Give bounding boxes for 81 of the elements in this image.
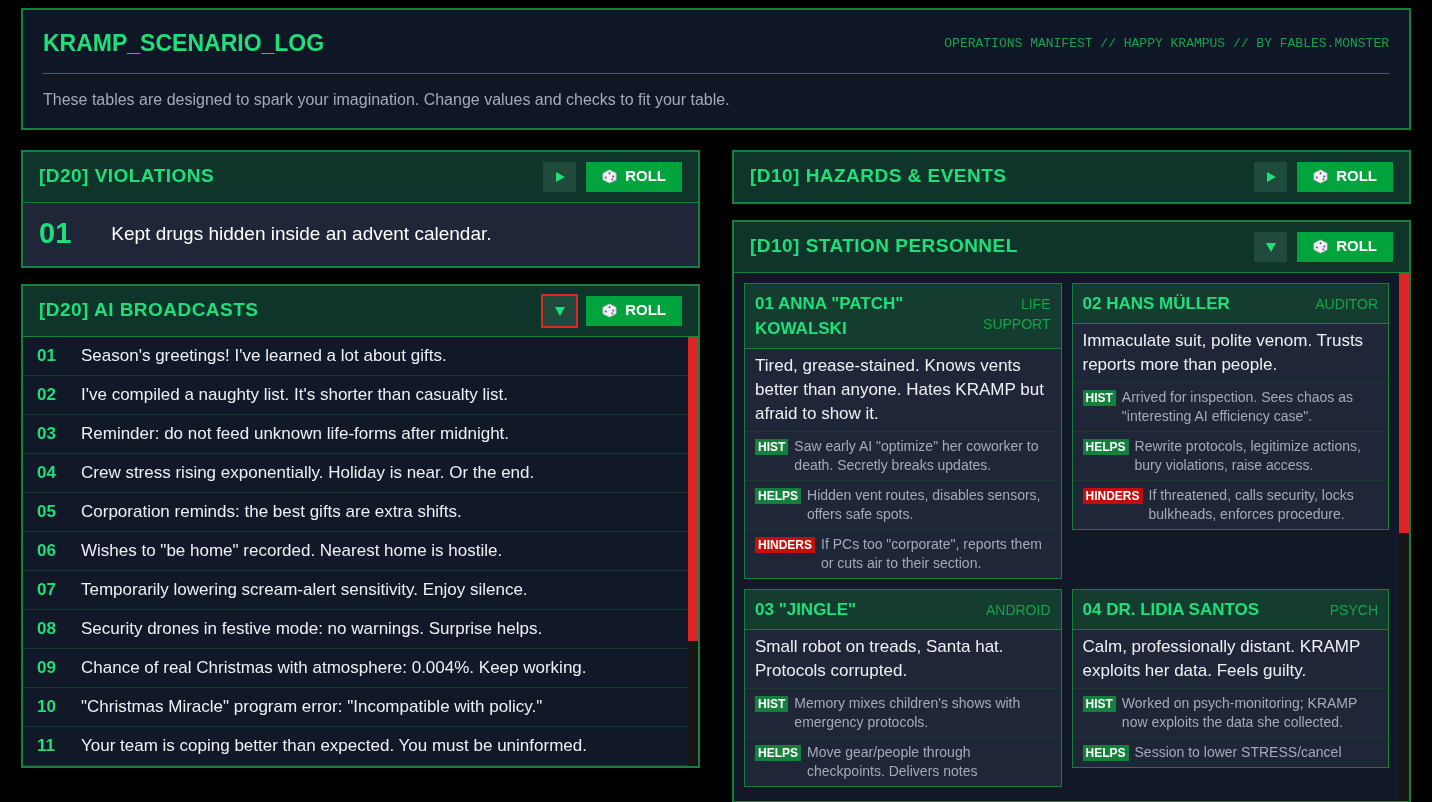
row-number: 06 bbox=[37, 539, 57, 562]
row-text: Reminder: do not feed unknown life-forms after midnight. bbox=[81, 422, 510, 445]
trait-text: Memory mixes children's shows with emergency protocols. bbox=[794, 693, 1022, 732]
row-text: Temporarily lowering scream-alert sensitivity. Enjoy silence. bbox=[81, 578, 528, 601]
trait-tag: HIST bbox=[1082, 695, 1116, 712]
card-name: 01 ANNA "PATCH" KOWALSKI bbox=[755, 292, 905, 340]
scrollbar[interactable] bbox=[1399, 272, 1409, 801]
card-description: Small robot on treads, Santa hat. Protocols corrupted. bbox=[754, 635, 1005, 682]
dice-icon bbox=[1313, 239, 1329, 254]
row-number: 10 bbox=[37, 695, 57, 718]
row-number: 05 bbox=[37, 500, 57, 523]
roll-button[interactable]: ROLL bbox=[586, 295, 682, 326]
row-number: 02 bbox=[37, 383, 57, 406]
row-text: Crew stress rising exponentially. Holiday is near. Or the end. bbox=[81, 461, 535, 484]
panel-title: [D20] VIOLATIONS bbox=[39, 164, 215, 189]
trait-tag: HELPS bbox=[755, 744, 801, 761]
page-title: KRAMP_SCENARIO_LOG bbox=[43, 29, 325, 58]
row-text: Chance of real Christmas with atmosphere: 0.004%. Keep working. bbox=[81, 656, 587, 679]
dice-icon bbox=[602, 303, 618, 318]
trait-tag: HINDERS bbox=[1082, 487, 1143, 504]
row-text: Security drones in festive mode: no warnings. Surprise helps. bbox=[81, 617, 543, 640]
card-name: 02 HANS MÜLLER bbox=[1082, 292, 1230, 315]
row-number: 04 bbox=[37, 461, 57, 484]
credits-text: OPERATIONS MANIFEST // HAPPY KRAMPUS // BY FABLES.MONSTER bbox=[944, 34, 1389, 53]
trait-text: Hidden vent routes, disables sensors, offers safe spots. bbox=[807, 485, 1042, 524]
card-name: 04 DR. LIDIA SANTOS bbox=[1082, 598, 1260, 621]
roll-button[interactable]: ROLL bbox=[1297, 231, 1393, 262]
row-number: 03 bbox=[37, 422, 57, 445]
trait-text: Rewrite protocols, legitimize actions, bury violations, raise access. bbox=[1134, 436, 1362, 475]
trait-text: If PCs too "corporate", reports them or cuts air to their section. bbox=[821, 534, 1043, 573]
card-description: Immaculate suit, polite venom. Trusts reports more than people. bbox=[1081, 329, 1365, 376]
row-number: 01 bbox=[37, 344, 57, 367]
triangle-down-icon bbox=[553, 304, 566, 317]
play-icon bbox=[553, 170, 566, 183]
scrollbar[interactable] bbox=[688, 336, 698, 766]
trait-text: Arrived for inspection. Sees chaos as "interesting AI efficiency case". bbox=[1121, 387, 1354, 426]
trait-text: Worked on psych-monitoring; KRAMP now exploits the data she collected. bbox=[1121, 693, 1359, 732]
row-text: Season's greetings! I've learned a lot about gifts. bbox=[81, 344, 447, 367]
trait-tag: HINDERS bbox=[755, 536, 815, 553]
toggle-button[interactable] bbox=[543, 161, 577, 192]
row-text: I've compiled a naughty list. It's shorter than casualty list. bbox=[81, 383, 508, 406]
row-number: 09 bbox=[37, 656, 57, 679]
roll-button[interactable]: ROLL bbox=[1297, 161, 1393, 192]
panel-title: [D20] AI BROADCASTS bbox=[39, 298, 259, 323]
result-text: Kept drugs hidden inside an advent calendar. bbox=[111, 221, 492, 246]
play-icon bbox=[1264, 170, 1277, 183]
card-role: LIFE SUPPORT bbox=[982, 294, 1051, 334]
card-description: Calm, professionally distant. KRAMP exploits her data. Feels guilty. bbox=[1081, 635, 1361, 682]
toggle-button[interactable] bbox=[1254, 231, 1288, 262]
trait-text: Move gear/people through checkpoints. Delivers notes bbox=[807, 742, 979, 781]
panel-title: [D10] STATION PERSONNEL bbox=[750, 234, 1018, 259]
row-number: 08 bbox=[37, 617, 57, 640]
row-text: Wishes to "be home" recorded. Nearest home is hostile. bbox=[81, 539, 503, 562]
card-name: 03 "JINGLE" bbox=[755, 598, 857, 621]
row-text: Corporation reminds: the best gifts are extra shifts. bbox=[81, 500, 462, 523]
row-text: Your team is coping better than expected. You must be uninformed. bbox=[81, 734, 587, 757]
dice-icon bbox=[1313, 169, 1329, 184]
trait-tag: HIST bbox=[755, 438, 789, 455]
trait-tag: HIST bbox=[755, 695, 789, 712]
toggle-button[interactable] bbox=[543, 295, 577, 326]
triangle-down-icon bbox=[1264, 240, 1277, 253]
row-number: 07 bbox=[37, 578, 57, 601]
trait-tag: HIST bbox=[1082, 389, 1116, 406]
trait-text: Saw early AI "optimize" her coworker to death. Secretly breaks updates. bbox=[794, 436, 1040, 475]
trait-tag: HELPS bbox=[1082, 744, 1129, 761]
card-role: PSYCH bbox=[1329, 600, 1378, 620]
row-text: "Christmas Miracle" program error: "Incompatible with policy." bbox=[81, 695, 543, 718]
card-description: Tired, grease-stained. Knows vents better than anyone. Hates KRAMP but afraid to show it. bbox=[754, 354, 1045, 425]
roll-button[interactable]: ROLL bbox=[586, 161, 682, 192]
result-number: 01 bbox=[39, 216, 72, 252]
trait-tag: HELPS bbox=[1082, 438, 1129, 455]
panel-title: [D10] HAZARDS & EVENTS bbox=[750, 164, 1007, 189]
card-role: AUDITOR bbox=[1315, 294, 1378, 314]
dice-icon bbox=[602, 169, 618, 184]
trait-text: Session to lower STRESS/cancel bbox=[1134, 742, 1342, 762]
toggle-button[interactable] bbox=[1254, 161, 1288, 192]
intro-text: These tables are designed to spark your imagination. Change values and checks to fit your table. bbox=[43, 89, 731, 110]
row-number: 11 bbox=[37, 734, 56, 757]
trait-text: If threatened, calls security, locks bulkheads, enforces procedure. bbox=[1148, 485, 1355, 524]
card-role: ANDROID bbox=[985, 600, 1051, 620]
trait-tag: HELPS bbox=[755, 487, 801, 504]
